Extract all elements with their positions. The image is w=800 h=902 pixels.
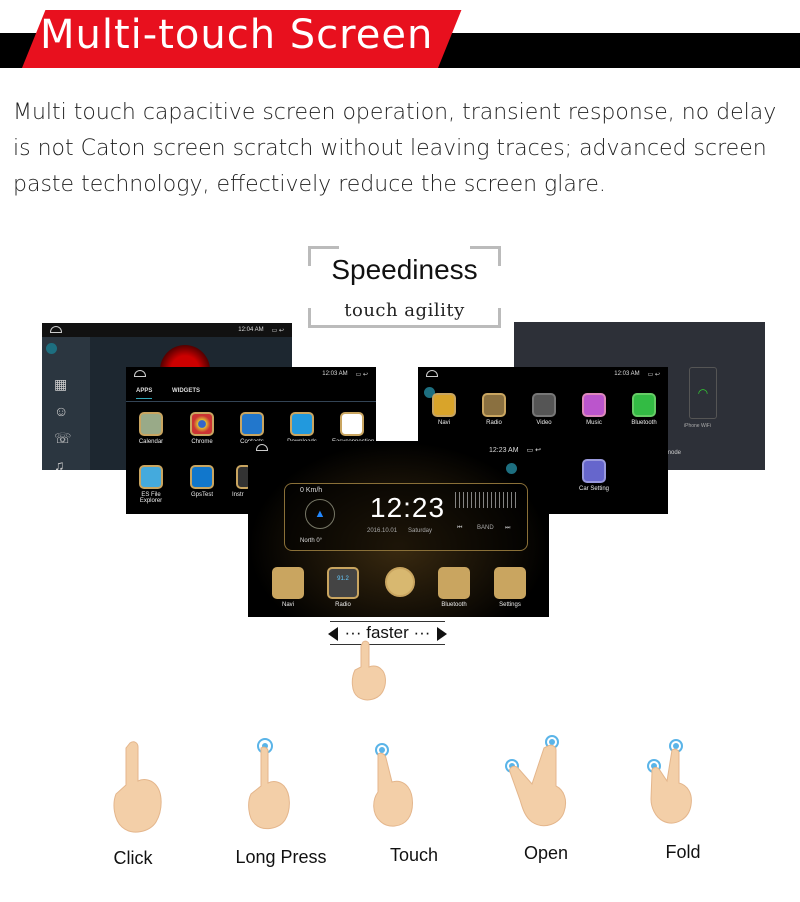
compass-icon: ▲ <box>305 499 335 529</box>
app-es-file-explorer[interactable]: ES File Explorer <box>131 465 171 504</box>
tab-apps[interactable]: APPS <box>136 388 153 399</box>
open-gesture-icon <box>505 735 567 827</box>
description: Multi touch capacitive screen operation,… <box>13 100 777 197</box>
app-radio[interactable]: Radio <box>474 393 514 426</box>
app-calendar[interactable]: Calendar <box>131 412 171 445</box>
fold-gesture-icon <box>647 739 692 824</box>
app-bluetooth[interactable]: Bluetooth <box>624 393 664 426</box>
gesture-label-long-press: Long Press <box>235 847 327 867</box>
page-title: Multi-touch Screen <box>40 12 434 58</box>
app-navi[interactable]: Navi <box>424 393 464 426</box>
click-gesture-icon <box>113 741 162 833</box>
gesture-label-open: Open <box>523 843 569 863</box>
app-chrome[interactable]: Chrome <box>182 412 222 445</box>
dock-navi[interactable]: Navi <box>266 567 310 608</box>
speediness-title: Speediness <box>331 254 478 285</box>
tab-widgets[interactable]: WIDGETS <box>172 388 200 394</box>
phone-sidebar-icons: ▦ ☺ ☏ ♫ <box>54 376 72 470</box>
all-apps-button[interactable] <box>378 567 422 600</box>
dashboard-panel: 0 Km/h ▲ North 0° 12:23 2016.10.01 Satur… <box>284 483 528 551</box>
equalizer <box>455 492 517 508</box>
app-music[interactable]: Music <box>574 393 614 426</box>
gesture-label-click: Click <box>113 848 153 868</box>
dock-bluetooth[interactable]: Bluetooth <box>432 567 476 608</box>
swipe-hand-icon <box>351 640 386 701</box>
app-video[interactable]: Video <box>524 393 564 426</box>
gesture-label-fold: Fold <box>665 842 701 862</box>
wifi-icon: ◠ <box>689 367 717 419</box>
dock-radio[interactable]: 91.2 Radio <box>321 567 365 608</box>
app-car-setting[interactable]: Car Setting <box>574 459 614 492</box>
clock: 12:23 <box>370 492 446 523</box>
app-gpstest[interactable]: GpsTest <box>182 465 222 498</box>
touch-gesture-icon <box>373 743 413 827</box>
long-press-gesture-icon <box>248 738 290 830</box>
dock-settings[interactable]: Settings <box>488 567 532 608</box>
speediness-subtitle: touch agility <box>344 300 465 321</box>
gesture-label-touch: Touch <box>389 845 439 865</box>
status-time: 12:04 AM <box>238 327 264 333</box>
screen-home: 12:23 AM ▭ ↩ 0 Km/h ▲ North 0° 12:23 2016… <box>248 441 549 617</box>
